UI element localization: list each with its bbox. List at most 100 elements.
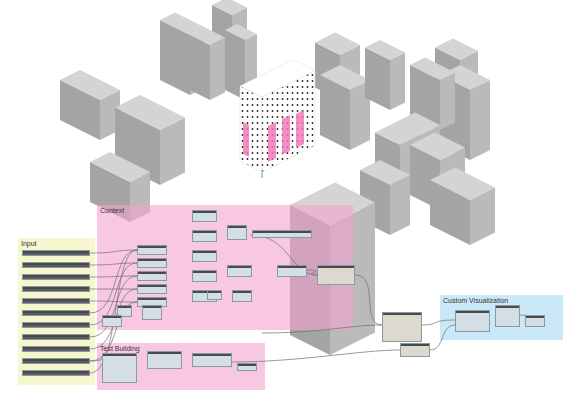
node-header (383, 313, 421, 315)
node[interactable] (207, 290, 222, 300)
building (115, 95, 185, 185)
building (435, 39, 478, 101)
node[interactable] (22, 322, 90, 328)
node[interactable] (237, 363, 257, 371)
node-header (138, 272, 166, 274)
node-header (23, 359, 89, 361)
building (395, 113, 440, 181)
node[interactable] (192, 353, 232, 367)
node[interactable] (22, 346, 90, 352)
node[interactable] (227, 265, 252, 277)
node-header (23, 335, 89, 337)
node[interactable] (22, 358, 90, 364)
wire (262, 325, 382, 333)
wire (90, 289, 137, 349)
building (320, 65, 370, 150)
node-header (238, 364, 256, 366)
node-header (23, 251, 89, 253)
node[interactable] (137, 271, 167, 281)
node-header (228, 266, 251, 268)
node[interactable] (232, 290, 252, 302)
node-header (208, 291, 221, 293)
node-header (143, 306, 161, 308)
wire (430, 325, 455, 350)
wire (422, 320, 455, 325)
node-header (253, 231, 311, 233)
node[interactable] (147, 351, 182, 369)
node[interactable] (102, 315, 122, 327)
node[interactable] (525, 315, 545, 327)
wire (232, 350, 400, 362)
node-header (138, 298, 166, 300)
group-title: Input (21, 240, 37, 248)
node[interactable] (142, 305, 162, 320)
dynamo-workspace: InputContextTest BuildingCustom Visualiz… (0, 0, 585, 400)
node-header (23, 287, 89, 289)
node-header (228, 226, 246, 228)
node-header (233, 291, 251, 293)
node-header (148, 352, 181, 354)
node-header (318, 266, 354, 268)
node-header (23, 275, 89, 277)
wire (90, 357, 103, 361)
node-header (193, 271, 216, 273)
wire (90, 276, 137, 337)
node[interactable] (227, 225, 247, 240)
node[interactable] (400, 343, 430, 357)
node[interactable] (102, 353, 137, 383)
node-header (118, 306, 131, 308)
node[interactable] (317, 265, 355, 285)
node-header (193, 354, 231, 356)
node[interactable] (22, 310, 90, 316)
wire (90, 276, 137, 277)
node[interactable] (22, 370, 90, 376)
building (225, 24, 257, 100)
node-header (401, 344, 429, 346)
wires (0, 0, 585, 400)
node[interactable] (137, 284, 167, 294)
group-title: Context (100, 207, 124, 215)
node[interactable] (382, 312, 422, 342)
node[interactable] (22, 250, 90, 256)
test-building (240, 60, 315, 179)
node-header (23, 299, 89, 301)
node-header (193, 211, 216, 213)
node[interactable] (192, 230, 217, 242)
node[interactable] (22, 274, 90, 280)
node[interactable] (192, 210, 217, 222)
node-header (138, 285, 166, 287)
node-group[interactable] (97, 205, 353, 330)
node-header (138, 259, 166, 261)
node[interactable] (22, 286, 90, 292)
building (410, 133, 465, 211)
building (160, 13, 205, 96)
node[interactable] (277, 265, 307, 277)
building (410, 58, 455, 131)
node[interactable] (22, 334, 90, 340)
node-header (496, 306, 519, 308)
node-header (103, 354, 136, 356)
node[interactable] (137, 245, 167, 255)
node[interactable] (22, 262, 90, 268)
node[interactable] (455, 310, 490, 332)
wire (90, 250, 137, 373)
building (60, 70, 120, 140)
node-header (23, 347, 89, 349)
node[interactable] (137, 258, 167, 268)
wire (90, 263, 137, 325)
wire (90, 263, 137, 265)
node-header (23, 311, 89, 313)
node-header (456, 311, 489, 313)
node[interactable] (22, 298, 90, 304)
node[interactable] (192, 270, 217, 282)
wire (90, 250, 137, 253)
node[interactable] (192, 250, 217, 262)
building (360, 160, 410, 235)
group-title: Test Building (100, 345, 140, 353)
node-header (23, 263, 89, 265)
node-header (526, 316, 544, 318)
node[interactable] (495, 305, 520, 327)
wire (355, 275, 382, 325)
node[interactable] (252, 230, 312, 238)
building (430, 168, 495, 246)
